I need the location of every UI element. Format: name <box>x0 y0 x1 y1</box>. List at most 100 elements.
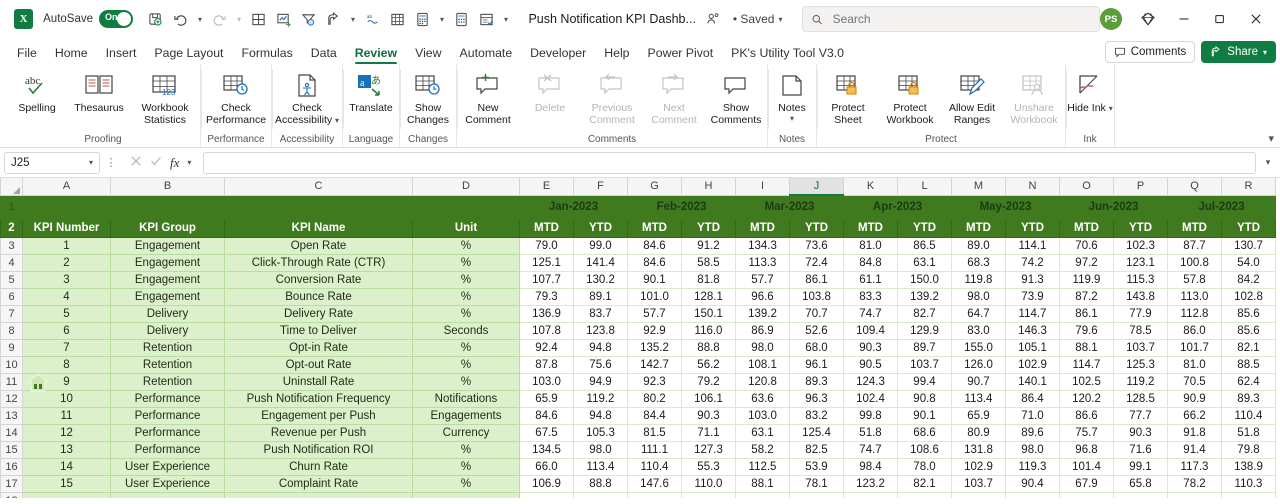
workbook-statistics-button[interactable]: 123 Workbook Statistics <box>130 68 200 126</box>
cell-value[interactable]: 67.9 <box>1059 474 1114 493</box>
column-header-I[interactable]: I <box>735 178 790 196</box>
cell-kpi-name[interactable]: Bounce Rate <box>224 287 413 306</box>
column-header-B[interactable]: B <box>110 178 225 196</box>
cell-value[interactable]: 81.0 <box>1167 355 1222 374</box>
cell-value[interactable]: 90.4 <box>1005 474 1060 493</box>
cell-value[interactable]: 138.9 <box>1221 457 1276 476</box>
cell-value[interactable]: 119.3 <box>1005 457 1060 476</box>
row-header-4[interactable]: 4 <box>0 253 23 272</box>
cell-value[interactable]: 71.6 <box>1113 440 1168 459</box>
row-header-9[interactable]: 9 <box>0 338 23 357</box>
cell-value[interactable]: 86.9 <box>735 321 790 340</box>
cell-value[interactable]: 63.6 <box>735 389 790 408</box>
cell-empty[interactable] <box>735 491 790 498</box>
calculator2-icon[interactable] <box>449 7 473 31</box>
cell-value[interactable]: 66.2 <box>1167 406 1222 425</box>
cell-value[interactable]: 65.9 <box>951 406 1006 425</box>
cell-value[interactable]: 79.3 <box>519 287 574 306</box>
cell-unit[interactable]: % <box>412 355 520 374</box>
cell-value[interactable]: 84.6 <box>519 406 574 425</box>
column-header-K[interactable]: K <box>843 178 898 196</box>
cell-value[interactable]: 80.9 <box>951 423 1006 442</box>
allow-edit-ranges-button[interactable]: Allow Edit Ranges <box>941 68 1003 126</box>
cell-kpi-group[interactable]: Performance <box>110 406 225 425</box>
thesaurus-button[interactable]: Thesaurus <box>68 68 130 114</box>
cell-kpi-number[interactable]: 3 <box>22 270 111 289</box>
cell-value[interactable]: 102.8 <box>1221 287 1276 306</box>
cell-value[interactable]: 92.9 <box>627 321 682 340</box>
cell-value[interactable]: 101.0 <box>627 287 682 306</box>
check-accessibility-button[interactable]: Check Accessibility ▾ <box>272 68 342 127</box>
cell-value[interactable]: 105.1 <box>1005 338 1060 357</box>
cell-value[interactable]: 99.8 <box>843 406 898 425</box>
column-header-Q[interactable]: Q <box>1167 178 1222 196</box>
column-header-F[interactable]: F <box>573 178 628 196</box>
cell-value[interactable]: 135.2 <box>627 338 682 357</box>
save-status-chevron-icon[interactable]: ▾ <box>778 15 782 24</box>
cell-value[interactable]: 130.2 <box>573 270 628 289</box>
cell-value[interactable]: 91.4 <box>1167 440 1222 459</box>
cell-value[interactable]: 73.6 <box>789 236 844 255</box>
cell-kpi-number[interactable]: 15 <box>22 474 111 493</box>
cell-value[interactable]: 91.2 <box>681 236 736 255</box>
formula-bar-chevron-icon[interactable]: ▾ <box>187 158 191 167</box>
cell-value[interactable]: 52.6 <box>789 321 844 340</box>
cell-value[interactable]: 106.9 <box>519 474 574 493</box>
redo-dropdown-chevron-icon[interactable]: ▾ <box>232 7 245 31</box>
restore-button[interactable] <box>1204 5 1236 33</box>
cell-value[interactable]: 129.9 <box>897 321 952 340</box>
expand-formula-bar-icon[interactable]: ▾ <box>1260 157 1276 168</box>
cell-value[interactable]: 90.3 <box>843 338 898 357</box>
cell-value[interactable]: 81.8 <box>681 270 736 289</box>
cell-value[interactable]: 79.8 <box>1221 440 1276 459</box>
row-header-7[interactable]: 7 <box>0 304 23 323</box>
cell-value[interactable]: 57.7 <box>627 304 682 323</box>
cell-kpi-group[interactable]: Delivery <box>110 321 225 340</box>
row-header-8[interactable]: 8 <box>0 321 23 340</box>
cell-value[interactable]: 90.8 <box>897 389 952 408</box>
column-header-G[interactable]: G <box>627 178 682 196</box>
cell-value[interactable]: 100.8 <box>1167 253 1222 272</box>
cell-value[interactable]: 74.7 <box>843 440 898 459</box>
cell-kpi-name[interactable]: Time to Deliver <box>224 321 413 340</box>
cell-value[interactable]: 90.9 <box>1167 389 1222 408</box>
borders-icon[interactable] <box>246 7 270 31</box>
tab-power-pivot[interactable]: Power Pivot <box>639 44 723 64</box>
column-header-J[interactable]: J <box>789 178 844 196</box>
cell-value[interactable]: 68.3 <box>951 253 1006 272</box>
tab-home[interactable]: Home <box>46 44 97 64</box>
cell-value[interactable]: 120.2 <box>1059 389 1114 408</box>
cell-value[interactable]: 85.6 <box>1221 321 1276 340</box>
cell-kpi-group[interactable]: Performance <box>110 423 225 442</box>
cell-empty[interactable] <box>843 491 898 498</box>
tab-review[interactable]: Review <box>346 44 406 64</box>
cell-value[interactable]: 99.4 <box>897 372 952 391</box>
cell-value[interactable]: 70.7 <box>789 304 844 323</box>
cell-kpi-name[interactable]: Churn Rate <box>224 457 413 476</box>
tab-formulas[interactable]: Formulas <box>232 44 301 64</box>
spelling-button[interactable]: abc Spelling <box>6 68 68 114</box>
cell-value[interactable]: 98.0 <box>735 338 790 357</box>
show-comments-button[interactable]: Show Comments <box>705 68 767 126</box>
cell-value[interactable]: 86.5 <box>897 236 952 255</box>
cell-value[interactable]: 94.8 <box>573 406 628 425</box>
cell-value[interactable]: 84.6 <box>627 236 682 255</box>
redo-icon[interactable] <box>207 7 231 31</box>
cell-value[interactable]: 103.0 <box>735 406 790 425</box>
row-header-6[interactable]: 6 <box>0 287 23 306</box>
cell-value[interactable]: 71.1 <box>681 423 736 442</box>
search-box[interactable] <box>802 6 1100 32</box>
cell-value[interactable]: 97.2 <box>1059 253 1114 272</box>
cell-unit[interactable]: % <box>412 474 520 493</box>
share-dropdown-chevron-icon[interactable]: ▾ <box>346 7 359 31</box>
tab-help[interactable]: Help <box>595 44 638 64</box>
cell-value[interactable]: 136.9 <box>519 304 574 323</box>
cell-value[interactable]: 123.8 <box>573 321 628 340</box>
cell-value[interactable]: 124.3 <box>843 372 898 391</box>
row-header-13[interactable]: 13 <box>0 406 23 425</box>
spelling-icon[interactable]: ab <box>360 7 384 31</box>
table-icon[interactable] <box>385 7 409 31</box>
cell-value[interactable]: 79.6 <box>1059 321 1114 340</box>
cell-value[interactable]: 82.5 <box>789 440 844 459</box>
cell-kpi-number[interactable]: 12 <box>22 423 111 442</box>
